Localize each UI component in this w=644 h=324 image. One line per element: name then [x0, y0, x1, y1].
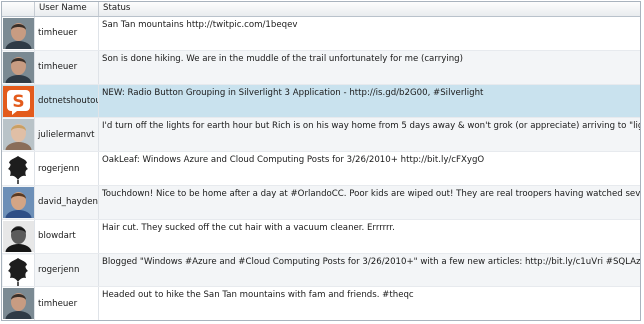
oak-leaf-icon	[3, 153, 34, 185]
status-text: Son is done hiking. We are in the muddle…	[102, 53, 463, 64]
status-text: Blogged "Windows #Azure and #Cloud Compu…	[102, 256, 640, 267]
status-text: NEW: Radio Button Grouping in Silverligh…	[102, 87, 484, 98]
tweets-datagrid[interactable]: User Name Status timheuer San Tan mountai…	[1, 1, 641, 321]
avatar-cell[interactable]	[2, 219, 35, 253]
status-text: Touchdown! Nice to be home after a day a…	[102, 188, 640, 199]
avatar-cell[interactable]	[2, 185, 35, 219]
status-text: OakLeaf: Windows Azure and Cloud Computi…	[102, 155, 485, 166]
avatar	[3, 288, 34, 320]
avatar-cell[interactable]: S	[2, 84, 35, 118]
status-cell[interactable]: OakLeaf: Windows Azure and Cloud Computi…	[99, 152, 640, 185]
table-row[interactable]: timheuer San Tan mountains http://twitpic…	[2, 17, 640, 51]
avatar	[3, 220, 34, 252]
user-name-cell[interactable]: rogerjenn	[35, 253, 99, 287]
avatar-cell[interactable]	[2, 17, 35, 50]
user-name-cell[interactable]: timheuer	[35, 17, 99, 50]
avatar-cell[interactable]	[2, 152, 35, 185]
status-cell[interactable]: Blogged "Windows #Azure and #Cloud Compu…	[99, 254, 640, 287]
user-name-cell[interactable]: timheuer	[35, 287, 99, 320]
status-cell[interactable]: San Tan mountains http://twitpic.com/1be…	[99, 17, 640, 50]
user-name: timheuer	[38, 298, 78, 309]
column-header-avatar[interactable]	[2, 2, 35, 16]
status-text: Headed out to hike the San Tan mountains…	[102, 290, 414, 301]
user-name: dotnetshoutout	[38, 95, 99, 106]
avatar	[3, 51, 34, 83]
status-cell[interactable]: I'd turn off the lights for earth hour b…	[99, 118, 640, 151]
column-header-status[interactable]: Status	[99, 2, 640, 16]
status-text: San Tan mountains http://twitpic.com/1be…	[102, 20, 298, 30]
table-row[interactable]: rogerjenn OakLeaf: Windows Azure and Clou…	[2, 152, 640, 186]
avatar	[3, 186, 34, 218]
grid-rows: timheuer San Tan mountains http://twitpic…	[2, 17, 640, 320]
avatar	[3, 18, 34, 49]
user-name: timheuer	[38, 28, 78, 39]
table-row[interactable]: julielermanvt I'd turn off the lights for…	[2, 118, 640, 153]
table-row[interactable]: david_hayden Touchdown! Nice to be home a…	[2, 185, 640, 220]
user-name: julielermanvt	[38, 129, 95, 140]
table-row[interactable]: timheuer Son is done hiking. We are in th…	[2, 50, 640, 85]
user-name: david_hayden	[38, 197, 98, 208]
user-name: rogerjenn	[38, 163, 80, 174]
table-row[interactable]: Sdotnetshoutout NEW: Radio Button Groupin…	[2, 84, 640, 119]
status-cell[interactable]: Son is done hiking. We are in the muddle…	[99, 51, 640, 84]
user-name-cell[interactable]: rogerjenn	[35, 152, 99, 185]
user-name: timheuer	[38, 62, 78, 73]
shoutout-logo-icon: S	[3, 85, 34, 117]
status-text: Hair cut. They sucked off the cut hair w…	[102, 222, 395, 233]
avatar-cell[interactable]	[2, 118, 35, 152]
avatar-cell[interactable]	[2, 287, 35, 320]
user-name-cell[interactable]: david_hayden	[35, 185, 99, 219]
svg-text:S: S	[12, 92, 24, 112]
oak-leaf-icon	[3, 254, 34, 286]
table-row[interactable]: rogerjenn Blogged "Windows #Azure and #Cl…	[2, 253, 640, 288]
avatar	[3, 119, 34, 151]
avatar-cell[interactable]	[2, 253, 35, 287]
user-name-cell[interactable]: dotnetshoutout	[35, 84, 99, 118]
user-name-cell[interactable]: timheuer	[35, 50, 99, 84]
user-name: rogerjenn	[38, 264, 80, 275]
user-name-cell[interactable]: julielermanvt	[35, 118, 99, 152]
column-header-user-name[interactable]: User Name	[35, 2, 99, 16]
user-name-cell[interactable]: blowdart	[35, 219, 99, 253]
avatar-cell[interactable]	[2, 50, 35, 84]
user-name: blowdart	[38, 231, 76, 242]
column-header-row: User Name Status	[2, 2, 640, 17]
status-cell[interactable]: Headed out to hike the San Tan mountains…	[99, 287, 640, 320]
table-row[interactable]: blowdart Hair cut. They sucked off the cu…	[2, 219, 640, 254]
status-cell[interactable]: Touchdown! Nice to be home after a day a…	[99, 186, 640, 219]
status-cell[interactable]: Hair cut. They sucked off the cut hair w…	[99, 220, 640, 253]
status-text: I'd turn off the lights for earth hour b…	[102, 121, 640, 132]
table-row[interactable]: timheuer Headed out to hike the San Tan m…	[2, 287, 640, 320]
status-cell[interactable]: NEW: Radio Button Grouping in Silverligh…	[99, 85, 640, 118]
